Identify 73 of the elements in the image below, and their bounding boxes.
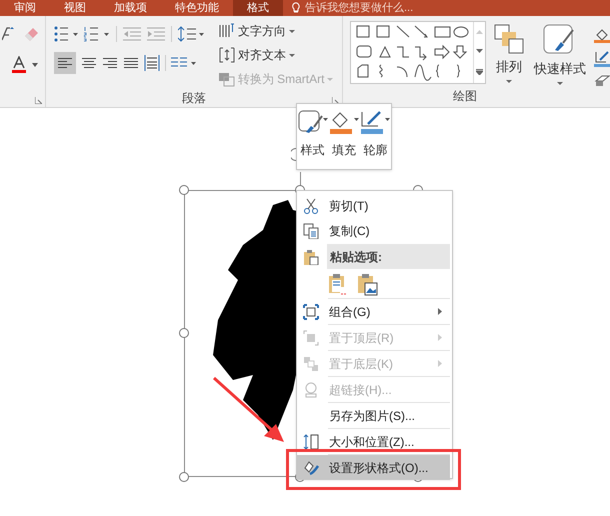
line-spacing-icon[interactable]	[178, 26, 204, 42]
clipboard-icon	[303, 248, 319, 264]
font-color-icon[interactable]	[12, 56, 26, 74]
dialog-launcher-icon[interactable]	[332, 97, 339, 104]
align-left-button[interactable]	[54, 52, 76, 74]
ribbon-button[interactable]: 排列	[492, 21, 526, 87]
caret-icon[interactable]	[32, 63, 38, 67]
ribbon-button[interactable]: 快速样式	[532, 21, 588, 87]
group-label: 绘图	[453, 88, 477, 105]
ribbon-tab[interactable]: 格式	[233, 0, 283, 16]
ribbon-tab[interactable]: 视图	[50, 0, 100, 16]
scroll-down-icon[interactable]	[476, 49, 483, 54]
ribbon-command[interactable]: 文字方向	[218, 21, 334, 41]
tell-me-field[interactable]: 告诉我您想要做什么...	[305, 0, 414, 16]
menu-item[interactable]: 另存为图片(S)...	[297, 403, 450, 428]
align-text-icon	[218, 47, 235, 63]
lightbulb-icon	[291, 2, 301, 14]
distributed-icon[interactable]	[144, 55, 160, 71]
fill-bucket-icon	[328, 110, 359, 135]
paste-picture-icon[interactable]	[357, 272, 378, 296]
resize-handle[interactable]	[179, 328, 189, 338]
caret-icon	[288, 54, 295, 56]
menu-item[interactable]: 组合(G)	[297, 299, 450, 324]
menu-item[interactable]: 剪切(T)	[297, 193, 450, 218]
shapes-gallery[interactable]	[350, 21, 486, 84]
submenu-arrow-icon	[438, 360, 442, 367]
bring-to-front-icon	[303, 330, 319, 346]
submenu-arrow-icon	[438, 334, 442, 341]
bullets-icon[interactable]	[54, 26, 78, 42]
more-icon[interactable]	[476, 69, 483, 76]
ribbon-tab[interactable]: 审阅	[0, 0, 50, 16]
ribbon-tab[interactable]: 特色功能	[161, 0, 233, 16]
caret-icon	[506, 80, 512, 82]
send-to-back-icon	[303, 356, 319, 372]
scissors-icon	[303, 198, 319, 214]
dialog-launcher-icon[interactable]	[34, 97, 42, 104]
mini-toolbar-button[interactable]: 样式	[298, 110, 328, 169]
size-position-icon	[303, 434, 319, 450]
menu-section-header: 粘贴选项:	[327, 244, 450, 269]
paste-keep-text-icon[interactable]	[328, 272, 349, 296]
ribbon-command[interactable]: 对齐文本	[218, 45, 334, 65]
copy-icon	[303, 222, 319, 238]
rotation-handle[interactable]	[291, 148, 296, 161]
align-left-icon	[58, 58, 72, 68]
caret-icon	[557, 82, 563, 84]
outline-pen-icon	[360, 110, 390, 135]
submenu-arrow-icon	[438, 308, 442, 315]
columns-icon[interactable]	[170, 57, 197, 69]
mini-toolbar-button[interactable]: 填充	[328, 110, 359, 169]
format-shape-icon	[303, 460, 319, 476]
resize-handle[interactable]	[179, 472, 189, 482]
align-center-icon[interactable]	[80, 58, 97, 68]
caret-icon	[288, 30, 295, 32]
mini-toolbar-button[interactable]: 轮廓	[360, 110, 390, 169]
link-icon	[303, 382, 319, 398]
align-right-icon[interactable]	[102, 58, 118, 68]
caret-icon	[327, 78, 334, 80]
justify-icon[interactable]	[122, 58, 139, 68]
resize-handle[interactable]	[179, 185, 189, 195]
ribbon-tab[interactable]: 加载项	[100, 0, 161, 16]
shape-outline-icon[interactable]	[594, 51, 610, 67]
text-direction-icon	[218, 23, 235, 39]
shape-effects-icon[interactable]	[594, 75, 610, 87]
shape-fill-icon[interactable]	[594, 27, 610, 43]
numbering-icon[interactable]	[84, 26, 110, 42]
menu-item[interactable]: 复制(C)	[297, 218, 450, 243]
font-size-icon[interactable]	[2, 26, 14, 42]
group-icon	[303, 304, 319, 320]
menu-item[interactable]: 设置形状格式(O)...	[297, 455, 450, 480]
menu-item[interactable]: 大小和位置(Z)...	[297, 429, 450, 454]
group-label: 段落	[182, 90, 206, 107]
arrange-icon	[494, 24, 524, 54]
smartart-icon	[218, 71, 235, 87]
